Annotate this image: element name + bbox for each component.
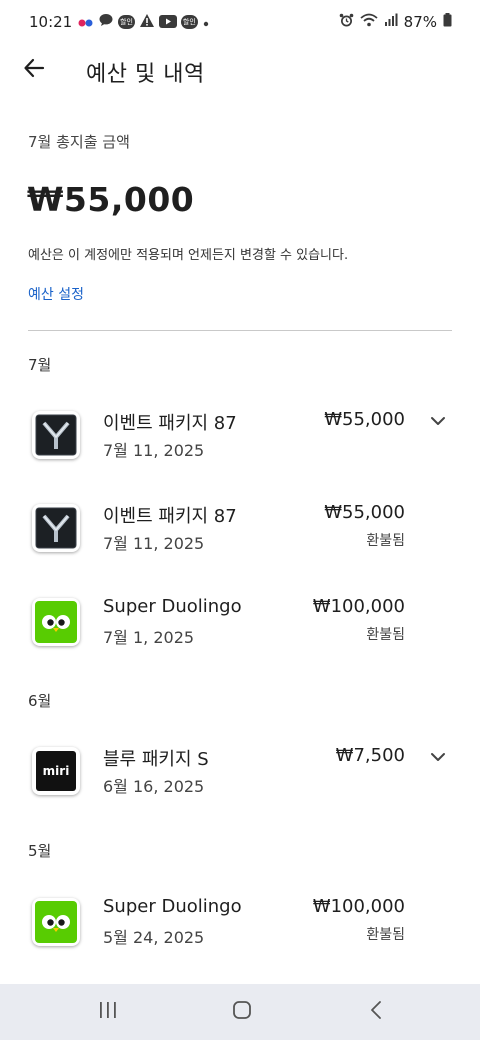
item-price: ₩55,000 — [324, 409, 405, 430]
divider — [28, 330, 452, 331]
summary-note: 예산은 이 계정에만 적용되며 언제든지 변경할 수 있습니다. — [28, 248, 349, 263]
y-game-icon — [32, 411, 80, 459]
item-price: ₩100,000 — [312, 896, 405, 917]
item-price: ₩7,500 — [335, 745, 405, 766]
miri-logo-icon: miri — [32, 747, 80, 795]
item-name: Super Duolingo — [103, 896, 242, 917]
item-date: 5월 24, 2025 — [103, 928, 205, 947]
arrow-back-icon — [23, 57, 45, 83]
duolingo-owl-icon — [32, 898, 80, 946]
purchase-row[interactable]: Super Duolingo 7월 1, 2025 ₩100,000 환불됨 — [0, 596, 480, 684]
y-game-icon — [32, 504, 80, 552]
refund-status: 환불됨 — [366, 627, 405, 643]
item-name: 이벤트 패키지 87 — [103, 506, 237, 527]
purchase-row[interactable]: Super Duolingo 5월 24, 2025 ₩100,000 환불됨 — [0, 896, 480, 984]
month-header: 6월 — [28, 692, 52, 710]
item-price: ₩55,000 — [324, 502, 405, 523]
item-date: 7월 11, 2025 — [103, 441, 205, 460]
duolingo-owl-icon — [32, 598, 80, 646]
purchase-row[interactable]: 이벤트 패키지 87 7월 11, 2025 ₩55,000 환불됨 — [0, 502, 480, 590]
sale-badge-2: 할인 — [180, 15, 198, 29]
app-bar: 예산 및 내역 — [0, 44, 480, 96]
refund-status: 환불됨 — [366, 927, 405, 943]
summary-label: 7월 총지출 금액 — [28, 133, 130, 151]
summary-amount: ₩55,000 — [27, 180, 195, 219]
item-name: Super Duolingo — [103, 596, 242, 617]
dots-app-icon — [78, 13, 94, 32]
notification-icons: 할인 할인 — [78, 12, 210, 32]
item-price: ₩100,000 — [312, 596, 405, 617]
budget-settings-link[interactable]: 예산 설정 — [28, 284, 84, 304]
home-icon — [232, 1000, 252, 1024]
warning-icon — [139, 13, 155, 32]
chevron-down-icon — [430, 747, 446, 766]
chat-bubble-icon — [98, 12, 114, 32]
battery-icon — [443, 13, 452, 31]
expand-button[interactable] — [425, 743, 451, 769]
back-button[interactable] — [18, 54, 50, 86]
recent-apps-icon — [98, 1001, 118, 1023]
item-name: 이벤트 패키지 87 — [103, 413, 237, 434]
battery-level: 87% — [403, 13, 437, 31]
chevron-down-icon — [430, 411, 446, 430]
sale-badge: 할인 — [118, 15, 135, 29]
status-bar: 10:21 할인 할인 87% — [0, 0, 480, 44]
wifi-icon — [360, 13, 378, 31]
purchase-row[interactable]: miri 블루 패키지 S 6월 16, 2025 ₩7,500 — [0, 745, 480, 833]
recent-apps-button[interactable] — [88, 998, 128, 1026]
more-dot-icon — [202, 13, 210, 32]
status-time: 10:21 — [29, 13, 73, 31]
month-header: 5월 — [28, 842, 52, 860]
back-nav-button[interactable] — [356, 998, 396, 1026]
refund-status: 환불됨 — [366, 533, 405, 549]
chevron-left-icon — [369, 1000, 383, 1024]
system-icons: 87% — [339, 12, 452, 32]
page-title: 예산 및 내역 — [86, 62, 205, 87]
item-date: 7월 1, 2025 — [103, 628, 195, 647]
signal-icon — [384, 13, 398, 31]
miri-logo-text: miri — [42, 764, 70, 778]
system-nav-bar — [0, 984, 480, 1040]
item-name: 블루 패키지 S — [103, 749, 209, 770]
youtube-icon — [158, 13, 177, 32]
month-header: 7월 — [28, 356, 52, 374]
purchase-row[interactable]: 이벤트 패키지 87 7월 11, 2025 ₩55,000 — [0, 409, 480, 497]
alarm-icon — [339, 13, 354, 32]
item-date: 7월 11, 2025 — [103, 534, 205, 553]
item-date: 6월 16, 2025 — [103, 777, 205, 796]
expand-button[interactable] — [425, 407, 451, 433]
home-button[interactable] — [222, 998, 262, 1026]
